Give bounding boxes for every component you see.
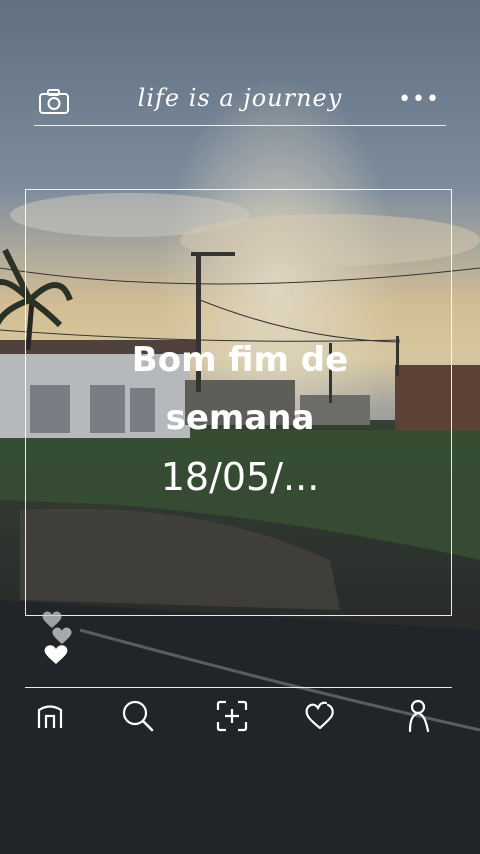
post-date: 18/05/... <box>160 455 320 499</box>
post-caption-line2: semana <box>165 398 315 438</box>
home-icon[interactable] <box>30 696 70 736</box>
add-post-icon[interactable] <box>212 696 252 736</box>
top-divider <box>34 125 446 126</box>
hearts-icon[interactable] <box>38 610 82 668</box>
heart-icon[interactable] <box>300 696 340 736</box>
profile-icon[interactable] <box>398 696 438 736</box>
search-icon[interactable] <box>118 696 158 736</box>
bottom-divider <box>25 687 452 688</box>
more-icon[interactable]: ••• <box>398 89 440 111</box>
bottom-nav <box>0 696 480 738</box>
post-caption-line1: Bom fim de <box>131 340 349 380</box>
